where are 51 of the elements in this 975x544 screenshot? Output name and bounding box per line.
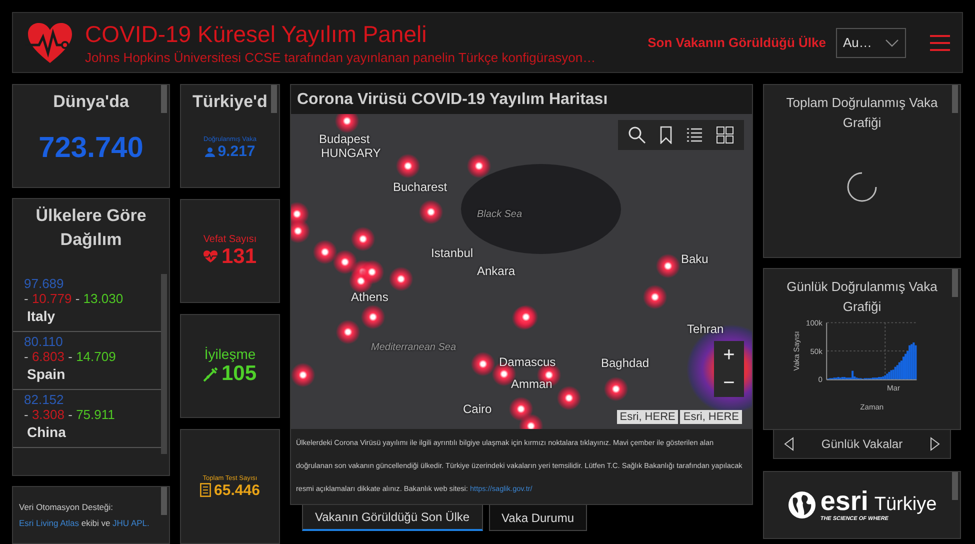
stat-value: 105 [221,362,257,386]
tick-label: Mar [887,384,900,393]
confirmed-count: 82.152 [24,392,65,407]
country-name: Spain [27,366,66,382]
card-title: Günlük Doğrulanmış Vaka Grafiği [786,278,938,316]
tick-label: 50k [810,346,822,356]
axis-title: Vaka Sayısı [792,331,801,371]
confirmed-count: 97.689 [24,276,65,291]
map-attribution: Esri, HERE [616,410,678,424]
map-label: Istanbul [431,246,474,260]
map-label: Bucharest [393,180,448,194]
deaths-recovered-line: - 3.308 - 75.911 [24,407,116,422]
card-title: Toplam Doğrulanmış Vaka Grafiği [785,94,939,132]
stat-value: 131 [221,244,257,268]
tick-label: 100k [806,318,822,328]
app-subtitle: Johns Hopkins Üniversitesi CCSE tarafından yayınlanan panelin Türkçe konfigürasyon… [85,50,597,65]
map-label: Mediterranean Sea [371,342,456,353]
world-case-count: 723.740 [38,132,144,165]
map-label: Damascus [499,355,556,369]
country-name: Italy [27,308,56,324]
card-title: Dünya'da [52,91,130,113]
confirmed-count: 80.110 [24,334,64,349]
deaths-recovered-line: - 10.779 - 13.030 [24,291,124,306]
card-title: Türkiye'd [192,91,268,113]
deaths-recovered-line: - 6.803 - 14.709 [24,349,117,364]
stat-label: Vefat Sayısı [203,234,257,244]
credits-text: Veri Otomasyon Desteği: Esri Living Atlas ekibi ve JHU APL. [19,501,150,530]
map-label: Black Sea [477,209,522,220]
map-attribution: Esri, HERE [680,410,742,424]
map-label: Athens [351,290,388,304]
axis-title: Zaman [860,402,884,412]
map-label: Tehran [687,322,724,336]
stat-value: 65.446 [214,482,260,498]
app-title: COVID-19 Küresel Yayılım Paneli [85,20,428,48]
stat-value: 9.217 [218,143,256,160]
map-label: Baghdad [601,356,650,370]
pager-label: Günlük Vakalar [821,437,903,451]
tick-label: 0 [818,375,822,384]
logo-wordmark: esri [820,488,868,514]
selector-label: Son Vakanın Görüldüğü Ülke [648,35,826,50]
map-label: Ankara [477,264,516,278]
map-label: HUNGARY [321,146,381,160]
map-label: Amman [511,377,552,391]
card-title: Ülkelere Göre Dağılım [34,205,148,251]
map-label: Baku [681,252,708,266]
stat-label: İyileşme [203,346,257,362]
logo-country: Türkiye [874,494,937,516]
map-title: Corona Virüsü COVID-19 Yayılım Haritası [291,85,752,114]
map-label: Budapest [319,132,370,146]
country-name: China [27,424,67,440]
map-label: Cairo [463,402,492,416]
